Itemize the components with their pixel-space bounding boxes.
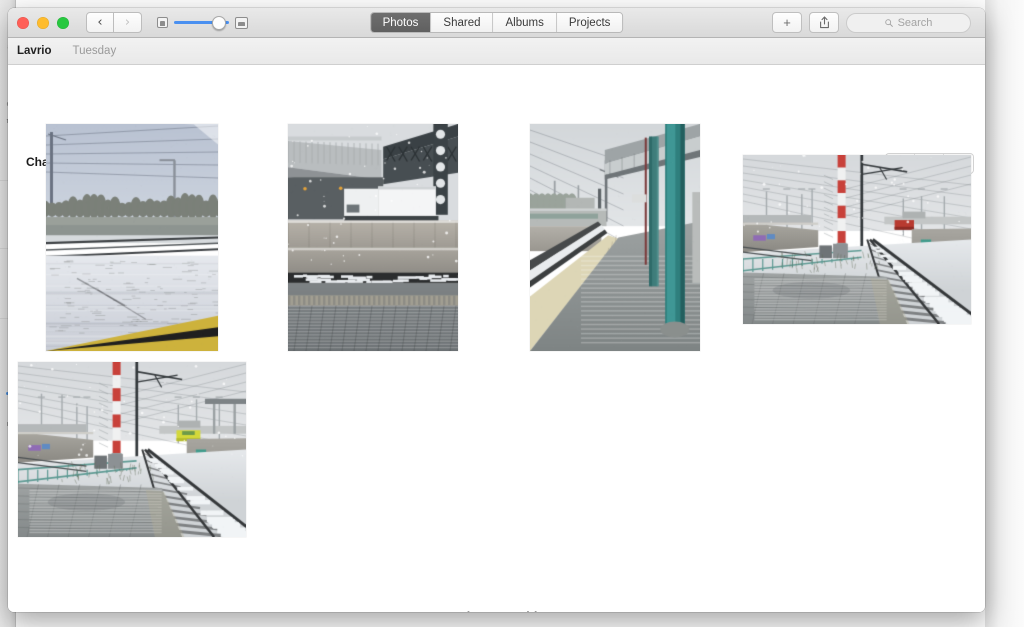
forward-button[interactable]: › bbox=[114, 12, 142, 33]
photos-window: ‹ › Photos Shared Albums Projects + Sear… bbox=[8, 8, 985, 612]
window-toolbar: ‹ › Photos Shared Albums Projects + Sear… bbox=[8, 8, 985, 38]
plus-icon: + bbox=[783, 15, 791, 30]
desktop-right-strip bbox=[985, 0, 1024, 627]
zoom-slider-knob[interactable] bbox=[212, 16, 226, 30]
photo-video-count: 318 Photos, 5 Videos bbox=[8, 610, 985, 612]
tab-shared[interactable]: Shared bbox=[431, 13, 493, 32]
photo-thumbnail bbox=[530, 124, 700, 351]
toolbar-right-group: + Search bbox=[772, 12, 971, 33]
view-mode-segmented-control: Photos Shared Albums Projects bbox=[370, 12, 624, 33]
tab-projects[interactable]: Projects bbox=[557, 13, 623, 32]
traffic-light-group bbox=[17, 17, 69, 29]
close-button[interactable] bbox=[17, 17, 29, 29]
photo-tracks-red-mast[interactable] bbox=[743, 155, 971, 324]
navigation-button-group: ‹ › bbox=[86, 12, 142, 33]
search-input[interactable]: Search bbox=[846, 13, 971, 33]
small-thumbnail-icon[interactable] bbox=[157, 17, 168, 28]
share-icon bbox=[819, 16, 830, 29]
breadcrumb-album[interactable]: Lavrio bbox=[17, 45, 52, 57]
tab-photos[interactable]: Photos bbox=[371, 13, 432, 32]
photo-grid-content: Chalandri, Athens › Wednesday + bbox=[8, 65, 985, 612]
photo-snowy-tracks-from-train[interactable] bbox=[46, 124, 218, 351]
photo-thumbnail bbox=[46, 124, 218, 351]
share-button[interactable] bbox=[809, 12, 839, 33]
chevron-left-icon: ‹ bbox=[97, 16, 102, 29]
zoom-button[interactable] bbox=[57, 17, 69, 29]
search-placeholder: Search bbox=[898, 17, 933, 29]
breadcrumb-day[interactable]: Tuesday bbox=[73, 45, 117, 57]
tab-albums[interactable]: Albums bbox=[494, 13, 557, 32]
photo-truck-under-overpass[interactable] bbox=[288, 124, 458, 351]
minimize-button[interactable] bbox=[37, 17, 49, 29]
search-icon bbox=[885, 19, 893, 27]
photo-thumbnail bbox=[288, 124, 458, 351]
chevron-right-icon: › bbox=[125, 16, 130, 29]
photo-platform-teal-columns[interactable] bbox=[530, 124, 700, 351]
breadcrumb: Lavrio Tuesday bbox=[8, 38, 985, 65]
desktop-background: ιο εν ότ πο κο "κ ‹ › bbox=[0, 0, 1024, 627]
photo-tracks-yellow-vehicle[interactable] bbox=[18, 362, 246, 537]
photo-thumbnail bbox=[743, 155, 971, 324]
back-button[interactable]: ‹ bbox=[86, 12, 114, 33]
library-summary: 318 Photos, 5 Videos Updated Just Now bbox=[8, 610, 985, 612]
photo-thumbnail bbox=[18, 362, 246, 537]
add-button[interactable]: + bbox=[772, 12, 802, 33]
thumbnail-zoom-control bbox=[157, 16, 248, 30]
large-thumbnail-icon[interactable] bbox=[235, 17, 248, 29]
zoom-slider[interactable] bbox=[174, 16, 229, 30]
